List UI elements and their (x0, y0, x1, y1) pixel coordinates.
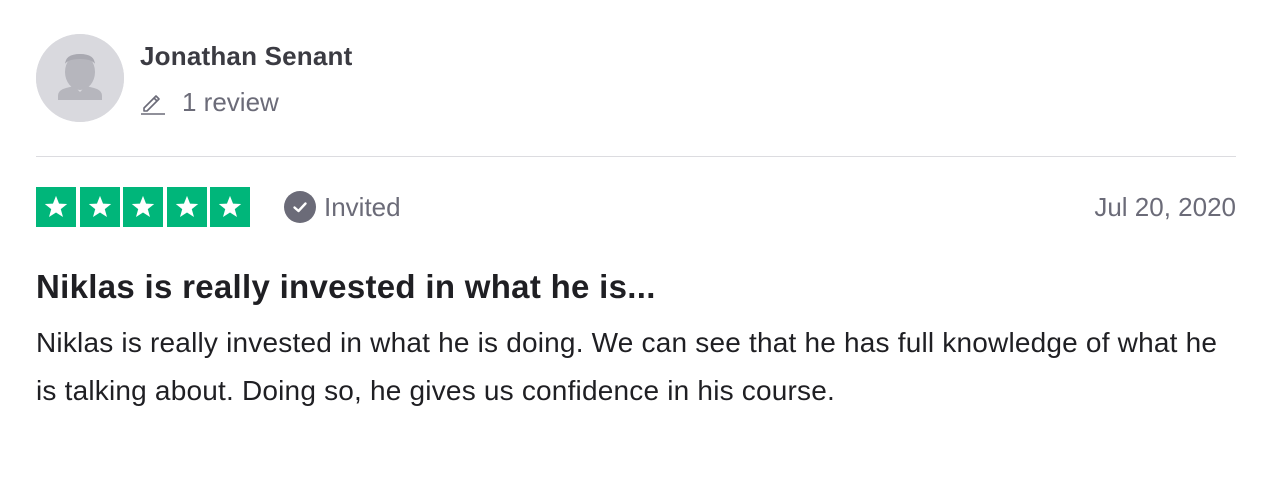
review-meta: Invited Jul 20, 2020 (36, 187, 1236, 231)
divider (36, 156, 1236, 157)
invited-badge[interactable]: Invited (284, 191, 401, 223)
reviewer-name[interactable]: Jonathan Senant (140, 40, 352, 72)
reviewer-header: Jonathan Senant 1 review (36, 34, 1236, 126)
check-circle-icon (284, 191, 316, 223)
user-avatar-icon[interactable] (36, 34, 124, 122)
star-icon (210, 187, 250, 227)
star-icon (123, 187, 163, 227)
star-icon (79, 187, 120, 227)
pencil-icon (140, 89, 166, 115)
star-icon (166, 187, 207, 227)
star-icon (36, 187, 76, 227)
review-count-label: 1 review (182, 87, 279, 117)
review-count: 1 review (140, 86, 352, 118)
reviewer-info: Jonathan Senant 1 review (140, 34, 352, 118)
star-rating (36, 187, 250, 227)
review-card: Jonathan Senant 1 review Invited Jul 20,… (36, 34, 1236, 415)
invited-label: Invited (324, 192, 401, 222)
review-body: Niklas is really invested in what he is … (36, 327, 1218, 406)
review-title[interactable]: Niklas is really invested in what he is.… (36, 267, 1236, 307)
review-date: Jul 20, 2020 (1094, 192, 1236, 222)
